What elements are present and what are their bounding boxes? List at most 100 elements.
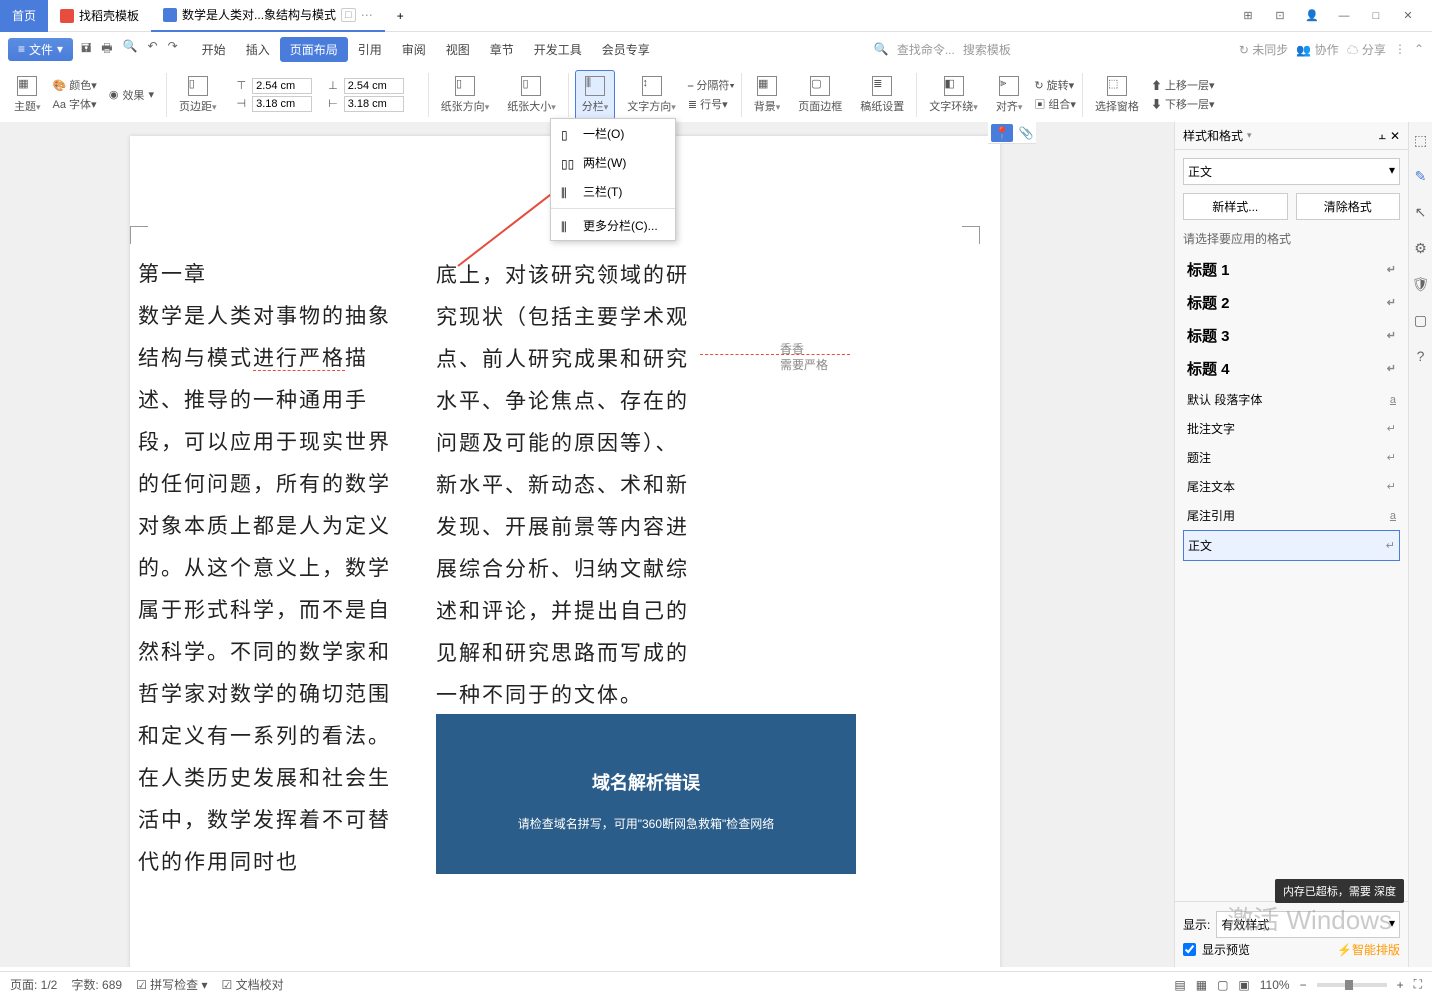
columns-one[interactable]: ▯一栏(O) bbox=[551, 119, 675, 148]
wrap-button[interactable]: ◧文字环绕▾ bbox=[923, 70, 984, 120]
panel-pin-icon[interactable]: ⫠ bbox=[1379, 128, 1386, 143]
style-endnotetext[interactable]: 尾注文本↵ bbox=[1183, 472, 1400, 501]
search-tpl-label[interactable]: 搜索模板 bbox=[963, 41, 1011, 58]
close-button[interactable]: ✕ bbox=[1394, 5, 1422, 27]
undo-icon[interactable]: ↶ bbox=[148, 39, 158, 60]
view-web-icon[interactable]: ▢ bbox=[1217, 978, 1228, 992]
menu-devtools[interactable]: 开发工具 bbox=[524, 37, 592, 62]
zoom-value[interactable]: 110% bbox=[1260, 978, 1290, 992]
more-icon[interactable]: ⋮ bbox=[1394, 42, 1406, 56]
tool-help-icon[interactable]: ? bbox=[1412, 348, 1430, 366]
margin-button[interactable]: ▯页边距▾ bbox=[173, 70, 223, 120]
text-column-1[interactable]: 第一章 数学是人类对事物的抽象结构与模式进行严格描述、推导的一种通用手段，可以应… bbox=[138, 254, 398, 884]
print-icon[interactable]: 🖶 bbox=[101, 39, 112, 60]
columns-button[interactable]: ⫼分栏▾ bbox=[575, 70, 616, 120]
tool-screen-icon[interactable]: ▢ bbox=[1412, 312, 1430, 330]
search-cmd-label[interactable]: 查找命令... bbox=[897, 41, 955, 58]
margin-top-input[interactable] bbox=[252, 78, 312, 94]
tool-cursor-icon[interactable]: ↖ bbox=[1412, 204, 1430, 222]
margin-left-input[interactable] bbox=[252, 96, 312, 112]
fullscreen-icon[interactable]: ⛶ bbox=[1414, 977, 1422, 992]
menu-pagelayout[interactable]: 页面布局 bbox=[280, 37, 348, 62]
maximize-button[interactable]: □ bbox=[1362, 5, 1390, 27]
paperset-button[interactable]: ≣稿纸设置 bbox=[854, 70, 910, 120]
style-body[interactable]: 正文↵ bbox=[1183, 530, 1400, 561]
page[interactable]: 第一章 数学是人类对事物的抽象结构与模式进行严格描述、推导的一种通用手段，可以应… bbox=[130, 136, 1000, 967]
columns-more[interactable]: ⫼更多分栏(C)... bbox=[551, 211, 675, 240]
tab-template[interactable]: 找稻壳模板 bbox=[48, 0, 151, 32]
style-heading2[interactable]: 标题 2↵ bbox=[1183, 286, 1400, 319]
unsync-label[interactable]: 未同步 bbox=[1252, 43, 1288, 57]
preview-checkbox[interactable] bbox=[1183, 943, 1196, 956]
smart-format-link[interactable]: ⚡智能排版 bbox=[1337, 941, 1400, 958]
avatar-icon[interactable]: 👤 bbox=[1298, 5, 1326, 27]
status-words[interactable]: 字数: 689 bbox=[71, 976, 122, 993]
moveup-button[interactable]: ⬆ 上移一层▾ bbox=[1151, 77, 1215, 93]
zoom-in-icon[interactable]: + bbox=[1397, 978, 1404, 992]
selectionpane-button[interactable]: ⬚选择窗格 bbox=[1089, 70, 1145, 120]
color-button[interactable]: 🎨 颜色▾ bbox=[53, 77, 97, 93]
margin-bottom-input[interactable] bbox=[344, 78, 404, 94]
movedown-button[interactable]: ⬇ 下移一层▾ bbox=[1151, 96, 1215, 112]
pin-location-icon[interactable]: 📍 bbox=[991, 124, 1014, 142]
pin-clip-icon[interactable]: 📎 bbox=[1019, 126, 1034, 140]
minimize-button[interactable]: — bbox=[1330, 5, 1358, 27]
style-comment[interactable]: 批注文字↵ bbox=[1183, 414, 1400, 443]
effect-button[interactable]: ◉效果▾ bbox=[103, 70, 160, 120]
status-proof[interactable]: ☑ 文档校对 bbox=[222, 976, 284, 993]
align-button[interactable]: ⫸对齐▾ bbox=[990, 70, 1029, 120]
save-icon[interactable]: 🖬 bbox=[81, 39, 91, 60]
menu-member[interactable]: 会员专享 bbox=[592, 37, 660, 62]
tab-home[interactable]: 首页 bbox=[0, 0, 48, 32]
combine-button[interactable]: ▣ 组合▾ bbox=[1034, 96, 1076, 112]
preview-icon[interactable]: 🔍 bbox=[123, 39, 138, 60]
tab-document[interactable]: 数学是人类对...象结构与模式□⋯ bbox=[151, 0, 385, 32]
background-button[interactable]: ▦背景▾ bbox=[748, 70, 787, 120]
layout-icon[interactable]: ⊞ bbox=[1234, 5, 1262, 27]
status-page[interactable]: 页面: 1/2 bbox=[10, 976, 57, 993]
zoom-slider[interactable] bbox=[1317, 983, 1387, 987]
tool-select-icon[interactable]: ⬚ bbox=[1412, 132, 1430, 150]
menu-review[interactable]: 审阅 bbox=[392, 37, 436, 62]
apps-icon[interactable]: ⊡ bbox=[1266, 5, 1294, 27]
view-print-icon[interactable]: ▤ bbox=[1174, 978, 1185, 992]
orientation-button[interactable]: ▯纸张方向▾ bbox=[435, 70, 496, 120]
menu-view[interactable]: 视图 bbox=[436, 37, 480, 62]
rotate-button[interactable]: ↻ 旋转▾ bbox=[1034, 77, 1076, 93]
status-spell[interactable]: ☑ 拼写检查 ▾ bbox=[136, 976, 207, 993]
theme-button[interactable]: ▦主题▾ bbox=[8, 70, 47, 120]
menu-insert[interactable]: 插入 bbox=[236, 37, 280, 62]
file-menu[interactable]: ≡ 文件 ▾ bbox=[8, 38, 73, 61]
style-endnoteref[interactable]: 尾注引用a bbox=[1183, 501, 1400, 530]
collab-label[interactable]: 协作 bbox=[1315, 43, 1339, 57]
pageborder-button[interactable]: ▢页面边框 bbox=[792, 70, 848, 120]
margin-right-input[interactable] bbox=[344, 96, 404, 112]
style-heading1[interactable]: 标题 1↵ bbox=[1183, 253, 1400, 286]
view-outline-icon[interactable]: ▣ bbox=[1238, 978, 1249, 992]
tab-close-icon[interactable]: □ bbox=[341, 8, 356, 22]
current-style-select[interactable]: 正文▾ bbox=[1183, 158, 1400, 185]
style-heading3[interactable]: 标题 3↵ bbox=[1183, 319, 1400, 352]
style-heading4[interactable]: 标题 4↵ bbox=[1183, 352, 1400, 385]
text-column-2[interactable]: 底上，对该研究领域的研究现状（包括主要学术观点、前人研究成果和研究水平、争论焦点… bbox=[436, 254, 700, 716]
redo-icon[interactable]: ↷ bbox=[168, 39, 178, 60]
style-defaultfont[interactable]: 默认 段落字体a bbox=[1183, 385, 1400, 414]
tab-more-icon[interactable]: ⋯ bbox=[361, 8, 373, 22]
columns-two[interactable]: ▯▯两栏(W) bbox=[551, 148, 675, 177]
menu-start[interactable]: 开始 bbox=[192, 37, 236, 62]
font-button[interactable]: Aa 字体▾ bbox=[53, 96, 97, 112]
columns-three[interactable]: ⫼三栏(T) bbox=[551, 177, 675, 206]
view-read-icon[interactable]: ▦ bbox=[1196, 978, 1207, 992]
share-label[interactable]: 分享 bbox=[1362, 43, 1386, 57]
comment-balloon[interactable]: 香香 需要严格 bbox=[780, 341, 828, 373]
clear-format-button[interactable]: 清除格式 bbox=[1296, 193, 1401, 220]
tool-shield-icon[interactable]: 🛡 bbox=[1412, 276, 1430, 294]
collapse-ribbon-icon[interactable]: ⌃ bbox=[1414, 42, 1424, 56]
tool-settings-icon[interactable]: ⚙ bbox=[1412, 240, 1430, 258]
style-caption[interactable]: 题注↵ bbox=[1183, 443, 1400, 472]
textdirection-button[interactable]: ↕文字方向▾ bbox=[621, 70, 682, 120]
lineno-button[interactable]: ≣ 行号▾ bbox=[688, 96, 735, 112]
break-button[interactable]: ⎯ 分隔符▾ bbox=[688, 77, 735, 93]
panel-close-icon[interactable]: ✕ bbox=[1390, 129, 1400, 143]
papersize-button[interactable]: ▯纸张大小▾ bbox=[501, 70, 562, 120]
